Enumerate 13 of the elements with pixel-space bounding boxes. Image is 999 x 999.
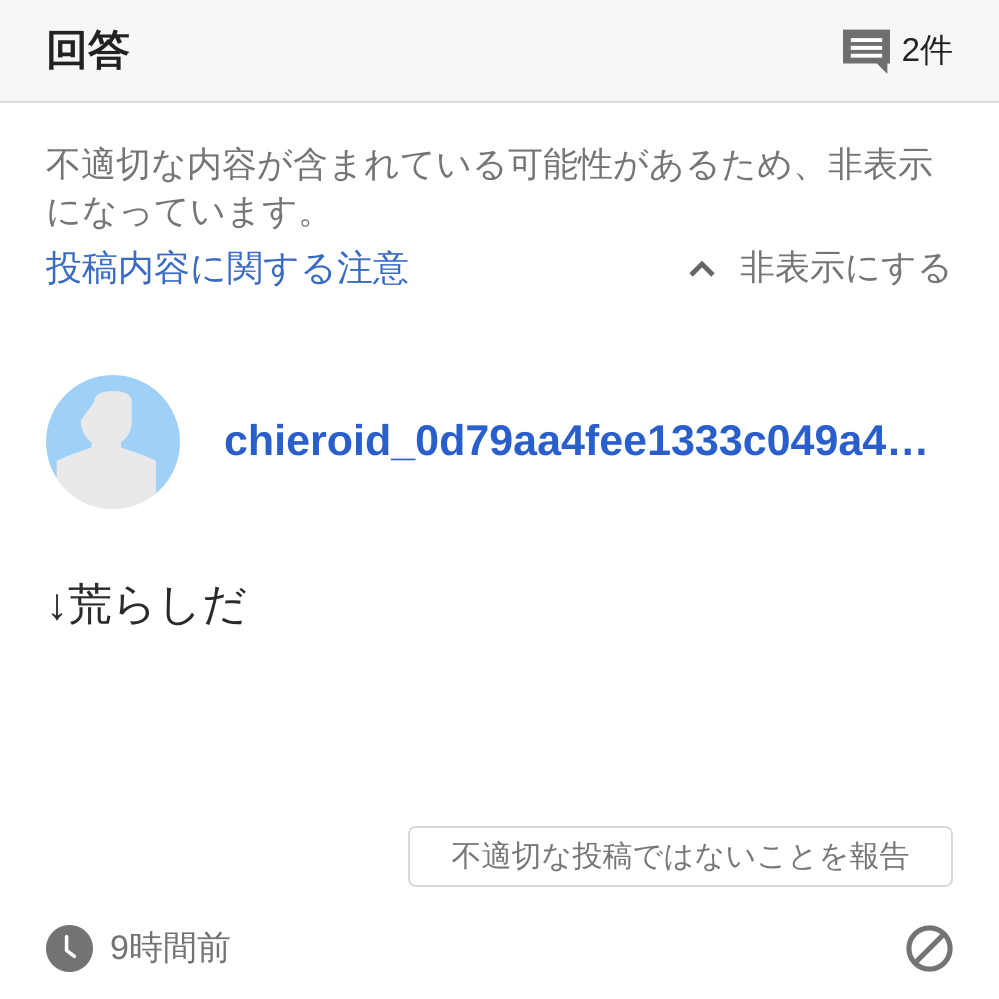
block-icon[interactable] <box>906 925 953 972</box>
comment-icon <box>842 27 890 74</box>
hidden-notice-text: 不適切な内容が含まれている可能性があるため、非表示になっています。 <box>46 144 934 233</box>
posted-time: 9時間前 <box>110 928 231 969</box>
report-button[interactable]: 不適切な投稿ではないことを報告 <box>408 826 953 887</box>
hide-toggle[interactable]: 非表示にする <box>688 244 953 291</box>
posting-guidelines-link[interactable]: 投稿内容に関する注意 <box>46 244 409 291</box>
clock-icon <box>46 925 93 972</box>
answer-text: ↓荒らしだ <box>46 579 248 631</box>
page-title: 回答 <box>46 27 130 74</box>
answer-count: 2件 <box>902 32 953 69</box>
username-link[interactable]: chieroid_0d79aa4fee1333c049a4… <box>224 416 930 468</box>
chevron-up-icon <box>688 258 716 276</box>
